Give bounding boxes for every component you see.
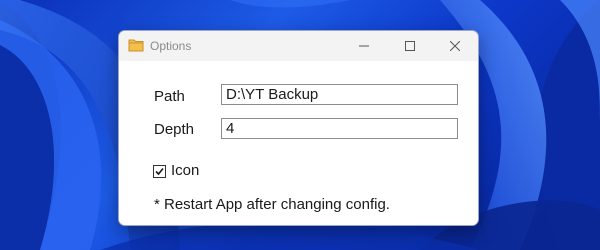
checkmark-icon [155, 167, 164, 176]
path-label: Path [154, 88, 185, 105]
depth-input[interactable]: 4 [221, 118, 458, 139]
icon-checkbox[interactable] [153, 165, 166, 178]
maximize-button[interactable] [387, 31, 433, 61]
icon-checkbox-label[interactable]: Icon [171, 162, 199, 179]
window-title: Options [150, 39, 192, 53]
close-icon [450, 41, 460, 51]
depth-label: Depth [154, 121, 195, 138]
path-input[interactable]: D:\YT Backup [221, 84, 458, 105]
minimize-icon [359, 45, 369, 47]
options-window: Options Path Depth D:\YT Backup 4 Icon *… [118, 30, 479, 226]
restart-note: * Restart App after changing config. [154, 196, 390, 213]
maximize-icon [405, 41, 415, 51]
close-button[interactable] [432, 31, 478, 61]
title-bar[interactable]: Options [119, 31, 478, 61]
minimize-button[interactable] [341, 31, 387, 61]
folder-icon [128, 38, 144, 52]
